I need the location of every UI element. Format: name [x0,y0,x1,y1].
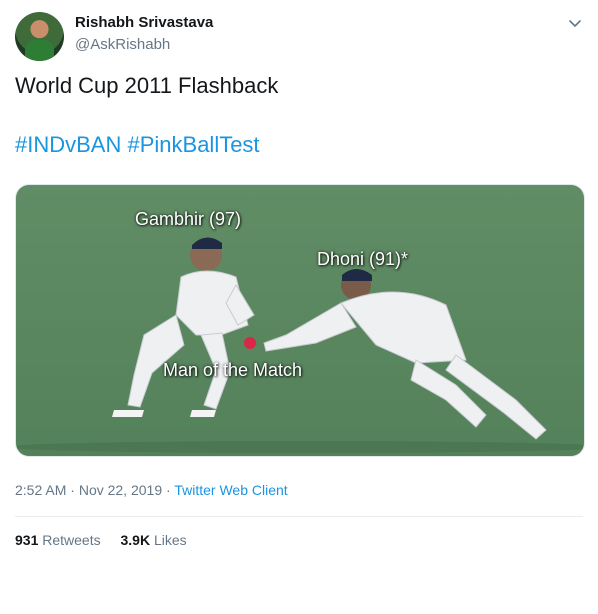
divider [15,516,583,517]
cricket-scene-illustration [16,185,584,456]
tweet-time[interactable]: 2:52 AM [15,482,66,498]
tweet-text: World Cup 2011 Flashback [15,73,279,98]
hashtag-pinkballtest[interactable]: #PinkBallTest [127,132,259,157]
hashtag-line: #INDvBAN #PinkBallTest [15,131,260,159]
tweet-meta: 2:52 AM · Nov 22, 2019 · Twitter Web Cli… [15,482,288,498]
tweet-date[interactable]: Nov 22, 2019 [79,482,162,498]
likes-stat[interactable]: 3.9K Likes [121,532,187,548]
avatar[interactable] [15,12,64,61]
tweet-stats: 931 Retweets 3.9K Likes [15,532,203,548]
tweet-client-link[interactable]: Twitter Web Client [174,482,287,498]
tweet-media-image[interactable]: Gambhir (97) Dhoni (91)* Man of the Matc… [15,184,585,457]
overlay-label-gambhir: Gambhir (97) [135,209,242,229]
avatar-shirt [25,40,54,61]
likes-count: 3.9K [120,532,151,548]
retweets-count: 931 [15,532,39,548]
chevron-down-icon[interactable] [566,14,584,32]
overlay-label-man-of-the-match: Man of the Match [163,360,303,380]
meta-separator: · [162,482,175,498]
author-name[interactable]: Rishabh Srivastava [75,14,213,31]
meta-separator: · [66,482,79,498]
likes-label: Likes [153,532,187,548]
retweets-stat[interactable]: 931 Retweets [15,532,101,548]
hashtag-indvban[interactable]: #INDvBAN [15,132,121,157]
overlay-label-dhoni: Dhoni (91)* [317,249,409,269]
retweets-label: Retweets [42,532,101,548]
author-handle[interactable]: @AskRishabh [75,36,170,53]
